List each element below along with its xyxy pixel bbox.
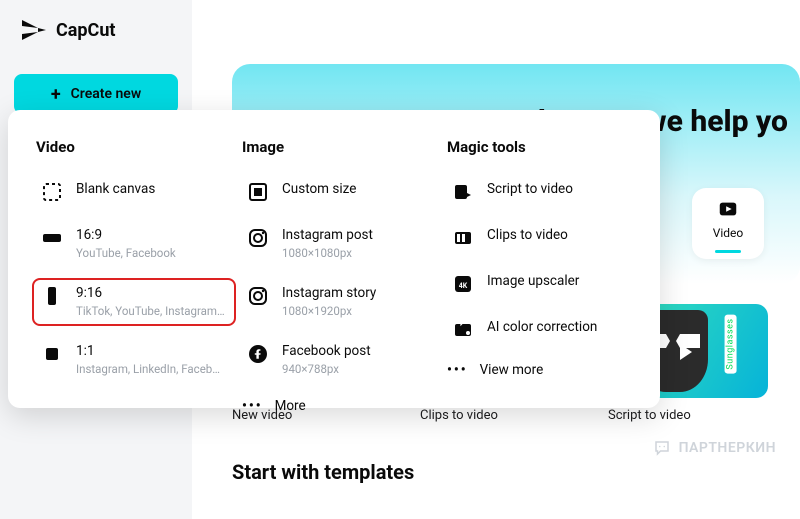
option-sub: 1080×1080px [282,246,373,260]
custom-size-icon [248,182,268,202]
more-label: View more [480,362,544,378]
upscale-icon: 4K [453,274,473,294]
ratio-9-16-icon [42,286,62,306]
option-sub: 1080×1920px [282,304,376,318]
create-new-button[interactable]: + Create new [14,74,178,114]
option-ai-color-correction[interactable]: AI color correction [447,316,642,344]
option-facebook-post[interactable]: Facebook post 940×788px [242,340,437,380]
option-9-16[interactable]: 9:16 TikTok, YouTube, Instagram, F… [36,282,232,322]
panel-heading-magic: Magic tools [447,138,642,156]
active-indicator [715,250,741,253]
card-label: Script to video [608,408,768,423]
option-sub: YouTube, Facebook [76,246,176,260]
templates-heading: Start with templates [232,460,414,484]
chat-icon [653,439,671,457]
option-image-upscaler[interactable]: 4K Image upscaler [447,270,642,298]
ratio-16-9-icon [42,228,62,248]
watermark: ПАРТНЕРКИН [653,439,776,457]
more-icon: ••• [447,362,468,378]
tab-video-label: Video [713,226,744,240]
option-label: 16:9 [76,228,176,243]
option-sub: 940×788px [282,362,371,376]
option-custom-size[interactable]: Custom size [242,178,437,206]
panel-heading-video: Video [36,138,232,156]
panel-heading-image: Image [242,138,437,156]
option-instagram-post[interactable]: Instagram post 1080×1080px [242,224,437,264]
card-label: Clips to video [420,408,580,423]
facebook-icon [248,344,268,364]
create-panel: Video Blank canvas 16:9 YouTube, Facebook… [8,110,660,408]
option-label: Facebook post [282,344,371,359]
option-blank-canvas[interactable]: Blank canvas [36,178,232,206]
clips-icon [453,228,473,248]
option-script-to-video[interactable]: Script to video [447,178,642,206]
sunglasses-tag: Sunglasses [724,314,736,373]
svg-text:4K: 4K [459,282,468,290]
option-label: Custom size [282,182,356,197]
option-label: Script to video [487,182,573,197]
option-sub: TikTok, YouTube, Instagram, F… [76,304,226,318]
panel-col-image: Image Custom size Instagram post 1080×108… [242,138,447,408]
tab-video[interactable]: Video [692,188,764,259]
image-more[interactable]: ••• More [242,398,437,414]
option-label: AI color correction [487,320,597,335]
option-label: Clips to video [487,228,568,243]
brand-name: CapCut [56,20,115,41]
option-label: Image upscaler [487,274,579,289]
more-icon: ••• [242,398,263,414]
color-icon [453,320,473,340]
logo-icon [20,18,48,42]
option-label: Instagram story [282,286,376,301]
instagram-icon [248,228,268,248]
blank-canvas-icon [42,182,62,202]
option-label: 9:16 [76,286,226,301]
option-label: Instagram post [282,228,373,243]
option-sub: Instagram, LinkedIn, Facebook [76,362,226,376]
option-label: 1:1 [76,344,226,359]
option-label: Blank canvas [76,182,155,197]
ratio-1-1-icon [42,344,62,364]
option-clips-to-video[interactable]: Clips to video [447,224,642,252]
play-icon [717,198,739,220]
script-icon [453,182,473,202]
panel-col-magic: Magic tools Script to video Clips to vid… [447,138,652,408]
play-icon [680,344,692,360]
panel-col-video: Video Blank canvas 16:9 YouTube, Facebook… [36,138,242,408]
more-label: More [275,398,306,414]
magic-more[interactable]: ••• View more [447,362,642,378]
instagram-icon [248,286,268,306]
option-1-1[interactable]: 1:1 Instagram, LinkedIn, Facebook [36,340,232,380]
option-16-9[interactable]: 16:9 YouTube, Facebook [36,224,232,264]
plus-icon: + [51,84,61,105]
create-new-label: Create new [71,86,142,102]
brand-logo[interactable]: CapCut [20,18,184,42]
watermark-text: ПАРТНЕРКИН [679,440,776,456]
option-instagram-story[interactable]: Instagram story 1080×1920px [242,282,437,322]
